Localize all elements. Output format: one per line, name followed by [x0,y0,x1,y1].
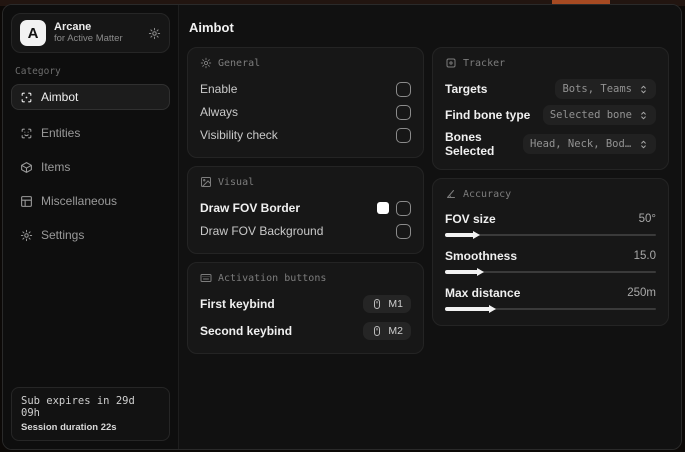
section-title: Visual [218,176,255,188]
crosshair-scan-icon [20,91,33,104]
enable-checkbox[interactable] [396,81,411,97]
sidebar-item-label: Items [41,160,71,174]
gear-icon[interactable] [148,27,161,40]
keybind-value: M1 [388,298,403,310]
section-title: Tracker [463,57,506,69]
gear-icon [20,229,33,242]
setting-row-always: Always [200,101,411,123]
find-bone-type-dropdown[interactable]: Selected bone [542,105,656,125]
setting-row-second-keybind: Second keybind M2 [200,320,411,342]
targets-dropdown[interactable]: Bots, Teams [555,79,656,99]
brand-card: A Arcane for Active Matter [11,13,170,53]
app-subtitle: for Active Matter [54,32,123,44]
sidebar-item-label: Miscellaneous [41,194,118,208]
cheat-menu-window: A Arcane for Active Matter Category Aimb… [2,4,682,450]
app-logo: A [20,20,46,46]
layout-panels-icon [20,195,33,208]
main-content: Aimbot General Enable Always Visibility … [179,5,681,449]
category-label: Category [15,66,61,77]
section-title: Accuracy [463,188,512,200]
page-title: Aimbot [189,20,234,35]
dropdown-value: Selected bone [549,109,632,121]
keyboard-icon [200,272,212,284]
sidebar-item-settings[interactable]: Settings [11,220,170,250]
sidebar: A Arcane for Active Matter Category Aimb… [3,5,179,449]
visual-card: Visual Draw FOV Border Draw FOV Backgrou… [187,166,424,254]
second-keybind-button[interactable]: M2 [363,322,411,340]
setting-row-fov-border: Draw FOV Border [200,197,411,219]
slider-thumb[interactable] [476,268,484,276]
slider-thumb[interactable] [472,231,480,239]
setting-row-fov-size: FOV size 50° [445,209,656,240]
section-title: General [218,57,261,69]
chevrons-up-down-icon [638,84,649,95]
fov-size-slider[interactable] [445,230,656,240]
sidebar-item-label: Entities [41,126,81,140]
fov-border-checkbox[interactable] [396,200,411,216]
setting-row-find-bone-type: Find bone type Selected bone [445,104,656,126]
focus-target-icon [445,57,457,69]
subscription-info: Sub expires in 29d 09h Session duration … [11,387,170,441]
sidebar-item-miscellaneous[interactable]: Miscellaneous [11,186,170,216]
image-icon [200,176,212,188]
setting-row-targets: Targets Bots, Teams [445,78,656,100]
gear-icon [200,57,212,69]
mouse-icon [371,298,383,310]
setting-row-enable: Enable [200,78,411,100]
sidebar-item-label: Aimbot [41,90,79,104]
fov-border-color-swatch[interactable] [377,202,389,214]
angle-icon [445,188,457,200]
dropdown-value: Bots, Teams [562,83,632,95]
session-duration-text: Session duration 22s [21,422,117,433]
setting-row-fov-background: Draw FOV Background [200,220,411,242]
setting-row-first-keybind: First keybind M1 [200,293,411,315]
smoothness-slider[interactable] [445,267,656,277]
category-nav: Aimbot Entities Items Miscellaneous Sett… [11,84,170,250]
slider-thumb[interactable] [489,305,497,313]
setting-row-bones-selected: Bones Selected Head, Neck, Body, Pe.. [445,130,656,158]
max-distance-value: 250m [627,287,656,299]
setting-row-visibility-check: Visibility check [200,124,411,146]
sidebar-item-aimbot[interactable]: Aimbot [11,84,170,110]
chevrons-up-down-icon [638,110,649,121]
sidebar-item-label: Settings [41,228,85,242]
section-title: Activation buttons [218,272,327,284]
sub-expiry-text: Sub expires in 29d 09h [21,395,135,419]
scan-face-icon [20,127,33,140]
app-name: Arcane [54,21,92,34]
general-card: General Enable Always Visibility check [187,47,424,158]
chevrons-up-down-icon [638,139,649,150]
setting-row-max-distance: Max distance 250m [445,283,656,314]
visibility-check-checkbox[interactable] [396,127,411,143]
sidebar-item-entities[interactable]: Entities [11,118,170,148]
bones-selected-dropdown[interactable]: Head, Neck, Body, Pe.. [523,134,656,154]
smoothness-value: 15.0 [633,250,656,262]
setting-row-smoothness: Smoothness 15.0 [445,246,656,277]
fov-size-value: 50° [638,213,656,225]
first-keybind-button[interactable]: M1 [363,295,411,313]
cube-icon [20,161,33,174]
mouse-icon [371,325,383,337]
max-distance-slider[interactable] [445,304,656,314]
tracker-card: Tracker Targets Bots, Teams Find bone ty… [432,47,669,170]
fov-background-checkbox[interactable] [396,223,411,239]
activation-card: Activation buttons First keybind M1 Seco… [187,262,424,354]
dropdown-value: Head, Neck, Body, Pe.. [530,138,632,150]
always-checkbox[interactable] [396,104,411,120]
keybind-value: M2 [388,325,403,337]
accuracy-card: Accuracy FOV size 50° Smoothness 15.0 Ma… [432,178,669,326]
sidebar-item-items[interactable]: Items [11,152,170,182]
